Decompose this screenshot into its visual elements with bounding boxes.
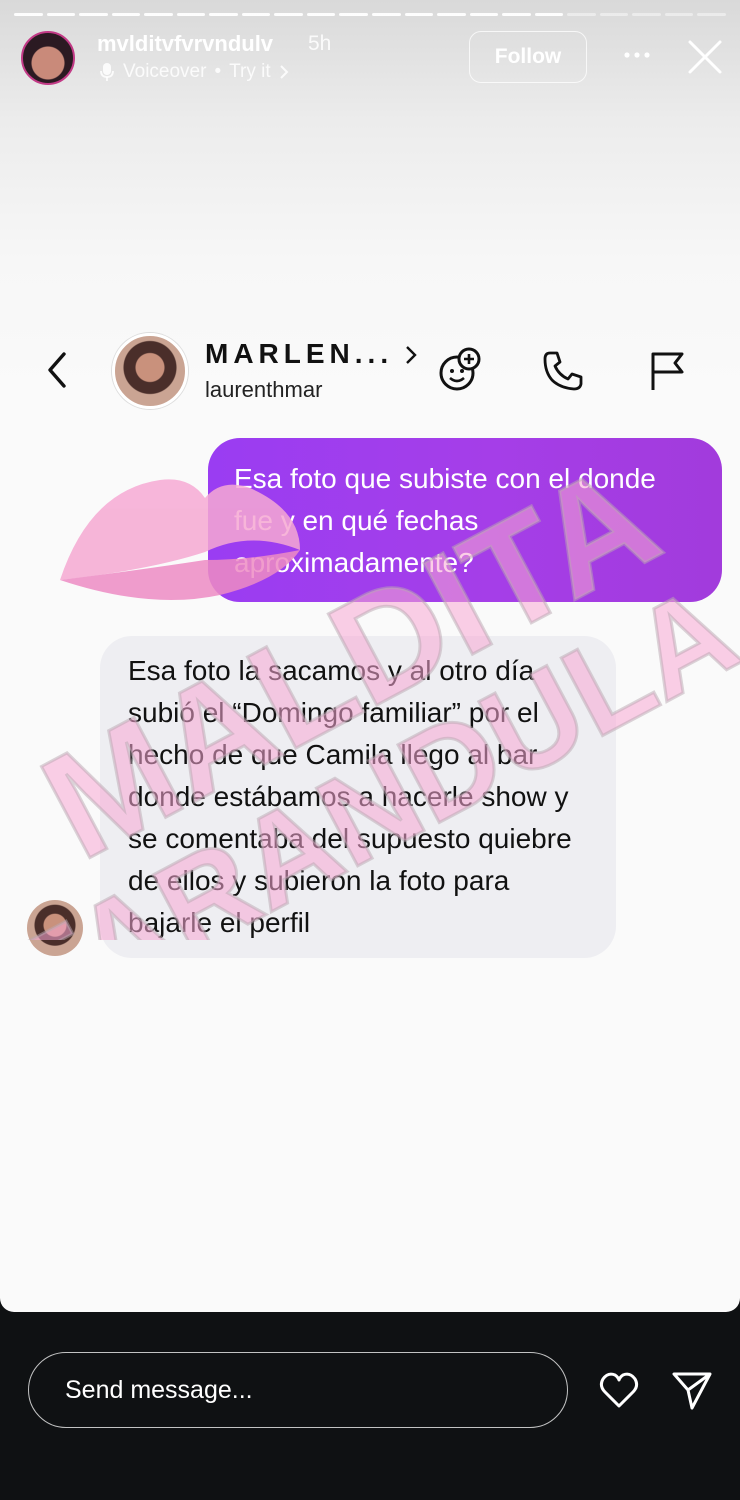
heart-icon[interactable]: [597, 1368, 641, 1412]
microphone-icon: [100, 63, 114, 81]
outgoing-message-bubble: Esa foto que subiste con el donde fue y …: [208, 438, 722, 602]
progress-segment: [372, 13, 401, 16]
more-options-icon[interactable]: [620, 38, 654, 72]
progress-segment: [111, 13, 141, 16]
dm-contact-avatar: [112, 333, 188, 409]
story-username[interactable]: mvlditvfvrvndulv: [97, 31, 273, 57]
progress-segment: [144, 13, 173, 16]
send-icon[interactable]: [670, 1368, 714, 1412]
progress-segment: [241, 13, 271, 16]
progress-segment: [502, 13, 531, 16]
dm-contact-name: MARLEN...: [205, 338, 394, 369]
progress-segment: [79, 13, 108, 16]
progress-segment: [274, 13, 303, 16]
progress-segment: [404, 13, 434, 16]
progress-segment: [534, 13, 564, 16]
close-icon[interactable]: [686, 38, 724, 76]
progress-segment: [632, 13, 661, 16]
story-time: 5h: [308, 32, 332, 55]
story-progress-bar: [14, 13, 727, 17]
voiceover-link[interactable]: Voiceover • Try it: [99, 61, 289, 83]
progress-segment: [46, 13, 76, 16]
message-sender-avatar: [27, 900, 83, 956]
chevron-right-icon: [406, 346, 417, 364]
progress-segment: [567, 13, 596, 16]
effects-face-icon: [439, 347, 481, 391]
progress-segment: [209, 13, 238, 16]
send-message-input[interactable]: Send message...: [28, 1352, 568, 1428]
progress-segment: [339, 13, 369, 16]
progress-segment: [14, 13, 43, 16]
progress-segment: [599, 13, 629, 16]
progress-segment: [664, 13, 694, 16]
story-content: mvlditvfvrvndulv 5h Voiceover • Try it F…: [0, 0, 740, 1312]
flag-icon: [651, 352, 684, 390]
progress-segment: [437, 13, 466, 16]
progress-segment: [469, 13, 499, 16]
separator-dot: •: [214, 61, 222, 82]
follow-button[interactable]: Follow: [469, 31, 587, 83]
back-arrow-icon: [48, 352, 66, 388]
chevron-right-icon: [279, 65, 289, 79]
phone-icon: [543, 351, 583, 391]
story-author-avatar[interactable]: [21, 31, 75, 85]
progress-segment: [306, 13, 336, 16]
dm-contact-handle: laurenthmar: [205, 377, 323, 402]
try-it-label: Try it: [229, 61, 271, 82]
progress-segment: [176, 13, 206, 16]
progress-segment: [697, 13, 727, 16]
incoming-message-bubble: Esa foto la sacamos y al otro día subió …: [100, 636, 616, 958]
voiceover-label: Voiceover: [123, 61, 207, 82]
